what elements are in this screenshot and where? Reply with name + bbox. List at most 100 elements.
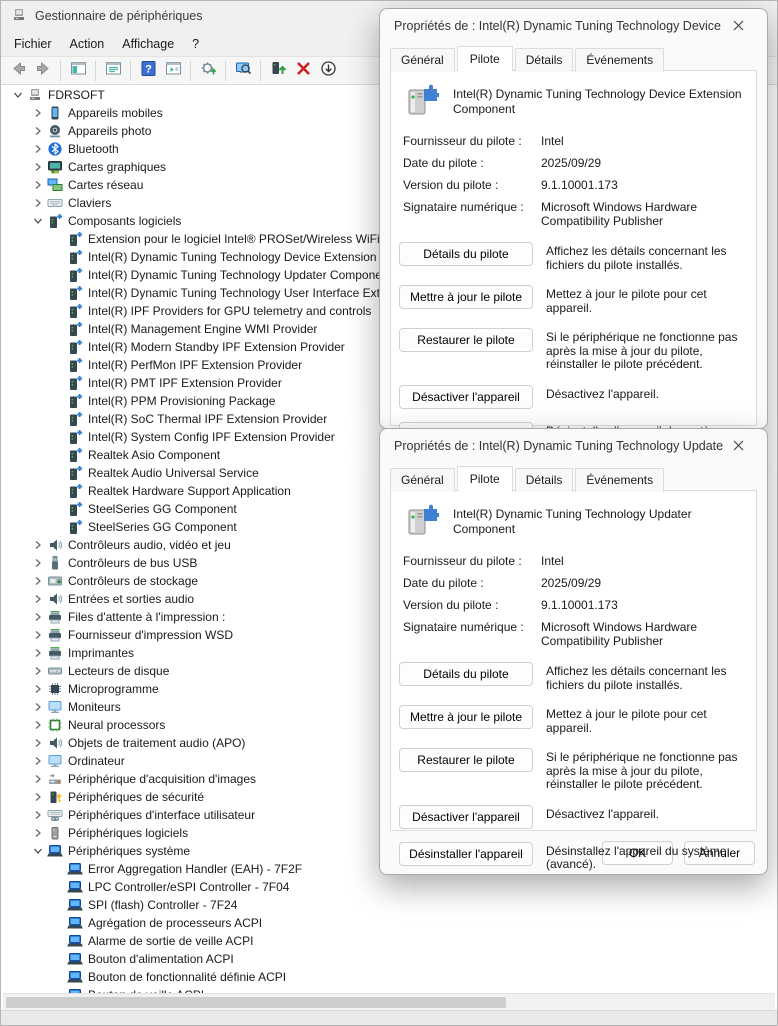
expand-icon[interactable] [31,666,45,676]
uninstall-button[interactable] [292,60,314,82]
dialog-title-bar: Propriétés de : Intel(R) Dynamic Tuning … [380,429,767,462]
tree-item[interactable]: LPC Controller/eSPI Controller - 7F04 [3,878,775,896]
driver-details-button[interactable]: Détails du pilote [399,242,533,266]
search-computer-button[interactable] [232,60,254,82]
button-description: Affichez les détails concernant les fich… [546,662,746,692]
expand-icon[interactable] [31,612,45,622]
driver-details-button[interactable]: Détails du pilote [399,662,533,686]
properties-dialog-device-extension: Propriétés de : Intel(R) Dynamic Tuning … [379,8,768,429]
menu-affichage[interactable]: Affichage [113,33,183,55]
tree-item[interactable]: Bouton de fonctionnalité définie ACPI [3,968,775,986]
expand-icon[interactable] [31,198,45,208]
disable-device-button[interactable]: Désactiver l'appareil [399,385,533,409]
menu-action[interactable]: Action [61,33,114,55]
expand-icon[interactable] [31,792,45,802]
expand-icon[interactable] [31,774,45,784]
swcomp-icon [67,357,83,373]
properties-button[interactable] [102,60,124,82]
chip-icon [47,681,63,697]
tree-item[interactable]: SPI (flash) Controller - 7F24 [3,896,775,914]
camera-icon [47,123,63,139]
tab-pilote[interactable]: Pilote [457,466,513,491]
expand-icon[interactable] [31,144,45,154]
update-driver-button[interactable]: Mettre à jour le pilote [399,705,533,729]
tree-item-label: Ordinateur [68,754,125,768]
uninstall-device-button[interactable]: Désinstaller l'appareil [399,842,533,866]
collapse-icon[interactable] [31,216,45,226]
expand-icon[interactable] [31,810,45,820]
menu-aide[interactable]: ? [183,33,208,55]
swcomp-icon [67,411,83,427]
update-driver-icon [270,60,287,82]
help-button[interactable]: ? [137,60,159,82]
tree-item[interactable]: Alarme de sortie de veille ACPI [3,932,775,950]
button-description: Affichez les détails concernant les fich… [546,242,746,272]
field-label: Fournisseur du pilote : [403,554,541,568]
expand-icon[interactable] [31,630,45,640]
tree-item[interactable]: Bouton d'alimentation ACPI [3,950,775,968]
expand-icon[interactable] [31,126,45,136]
expand-icon[interactable] [31,648,45,658]
expand-icon[interactable] [31,576,45,586]
swcomp-icon [67,339,83,355]
forward-button[interactable] [32,60,54,82]
device-name: Intel(R) Dynamic Tuning Technology Updat… [453,503,746,537]
dialog-title: Propriétés de : Intel(R) Dynamic Tuning … [394,19,723,33]
printer-icon [47,609,63,625]
field-value: Intel [541,134,746,148]
update-driver-button[interactable]: Mettre à jour le pilote [399,285,533,309]
expand-icon[interactable] [31,684,45,694]
rollback-driver-button[interactable]: Restaurer le pilote [399,748,533,772]
update-driver-button[interactable] [267,60,289,82]
expand-icon[interactable] [31,540,45,550]
expand-icon[interactable] [31,180,45,190]
tree-item-label: Neural processors [68,718,165,732]
close-icon[interactable] [723,14,753,38]
scan-hardware-button[interactable] [197,60,219,82]
field-label: Version du pilote : [403,598,541,612]
expand-icon[interactable] [31,594,45,604]
back-button[interactable] [7,60,29,82]
tab-pilote[interactable]: Pilote [457,46,513,71]
tab-evenements[interactable]: Événements [575,48,664,72]
tree-item-label: Intel(R) Dynamic Tuning Technology Updat… [88,268,392,282]
scrollbar-thumb[interactable] [6,997,506,1008]
printer-icon [47,645,63,661]
console-tree-button[interactable] [67,60,89,82]
sysdev-icon [67,861,83,877]
swcomp-icon [67,501,83,517]
tab-details[interactable]: Détails [515,468,574,492]
tree-item-label: Périphérique d'acquisition d'images [68,772,256,786]
close-icon[interactable] [723,434,753,458]
expand-icon[interactable] [31,558,45,568]
disable-device-button[interactable]: Désactiver l'appareil [399,805,533,829]
expand-icon[interactable] [31,756,45,766]
horizontal-scrollbar[interactable] [3,993,775,1010]
expand-icon[interactable] [31,702,45,712]
disable-button[interactable] [317,60,339,82]
button-description: Désactivez l'appareil. [546,385,746,402]
tree-item[interactable]: Bouton de veille ACPI [3,986,775,993]
action-pane-button[interactable] [162,60,184,82]
menu-fichier[interactable]: Fichier [5,33,61,55]
expand-icon[interactable] [31,720,45,730]
expand-icon[interactable] [31,162,45,172]
sysdev-icon [67,951,83,967]
expand-icon[interactable] [31,738,45,748]
collapse-icon[interactable] [31,846,45,856]
tab-general[interactable]: Général [390,48,455,72]
console-tree-icon [70,60,87,82]
tree-item[interactable]: Agrégation de processeurs ACPI [3,914,775,932]
tab-details[interactable]: Détails [515,48,574,72]
tab-evenements[interactable]: Événements [575,468,664,492]
imaging-icon [47,771,63,787]
mobile-icon [47,105,63,121]
tab-general[interactable]: Général [390,468,455,492]
rollback-driver-button[interactable]: Restaurer le pilote [399,328,533,352]
collapse-icon[interactable] [11,90,25,100]
tree-item-label: Realtek Hardware Support Application [88,484,291,498]
expand-icon[interactable] [31,108,45,118]
swcomp-icon [47,213,63,229]
expand-icon[interactable] [31,828,45,838]
tree-item-label: Composants logiciels [68,214,181,228]
